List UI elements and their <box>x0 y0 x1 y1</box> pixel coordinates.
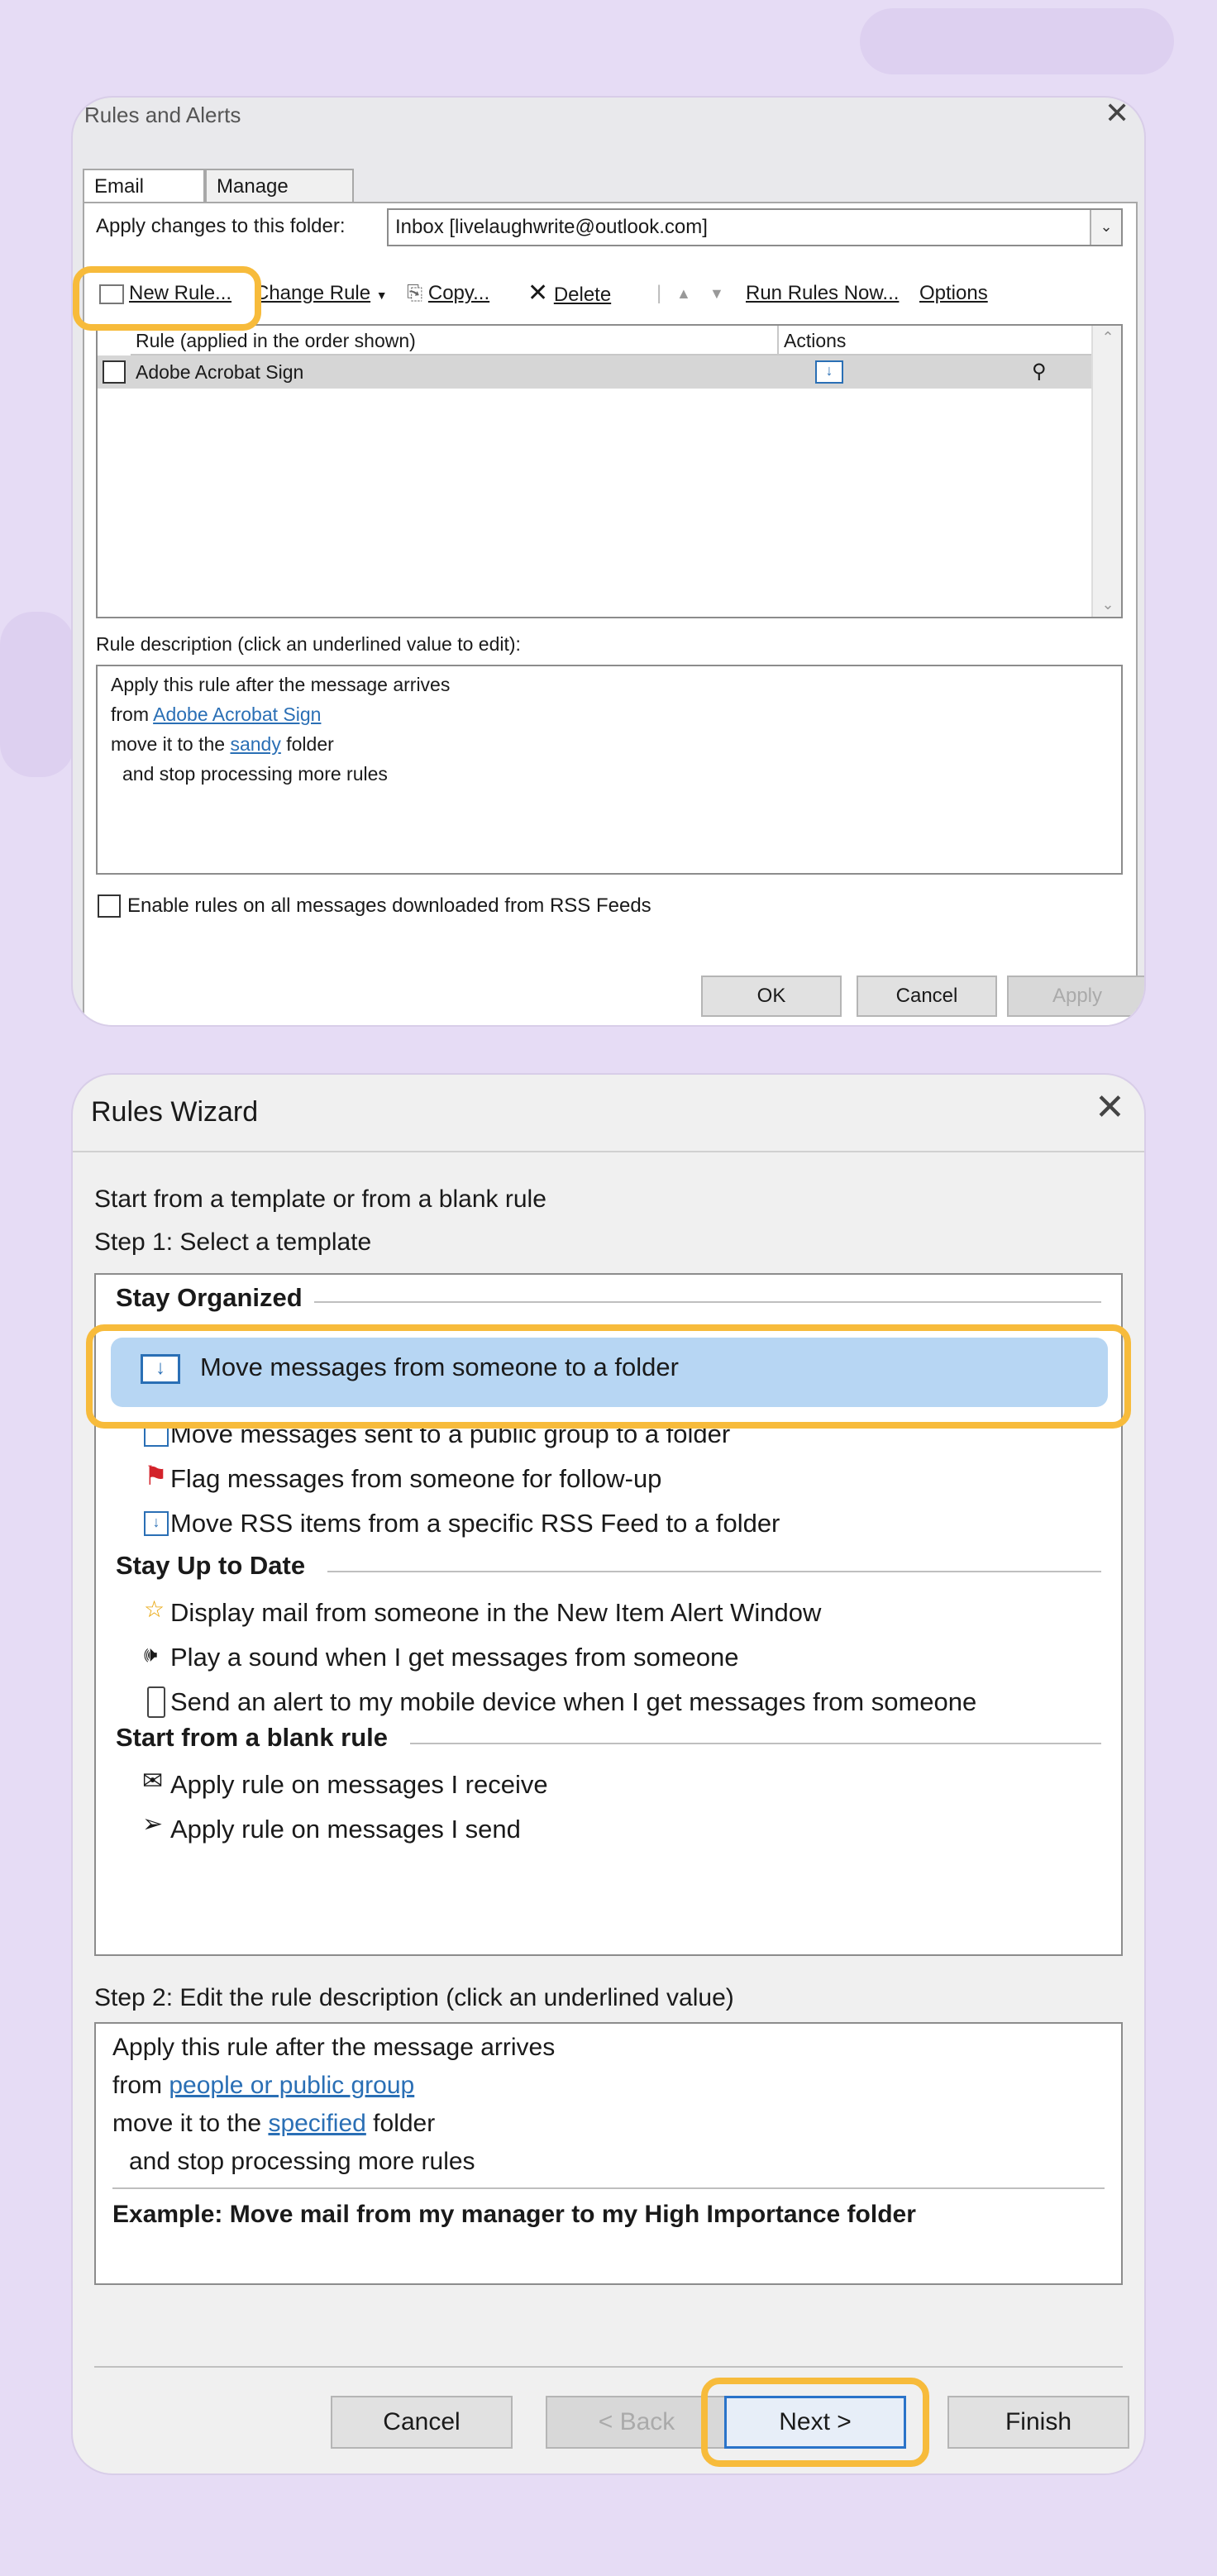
next-button-highlight <box>701 2378 929 2467</box>
scrollbar[interactable]: ⌃ ⌄ <box>1091 326 1121 617</box>
template-item[interactable]: Display mail from someone in the New Ite… <box>170 1594 821 1632</box>
apply-folder-label: Apply changes to this folder: <box>96 215 346 237</box>
back-button[interactable]: < Back <box>546 2396 728 2449</box>
rule-options-icon: ⚲ <box>1032 360 1047 383</box>
move-down-icon[interactable]: ▼ <box>709 279 724 308</box>
step1-label: Step 1: Select a template <box>94 1228 372 1256</box>
dialog-title: Rules Wizard <box>91 1096 259 1128</box>
envelope-icon: ✉ <box>142 1767 164 1795</box>
example-divider <box>112 2187 1105 2189</box>
send-icon: ➢ <box>142 1810 164 1838</box>
column-header-actions[interactable]: Actions <box>779 326 1093 355</box>
ok-button[interactable]: OK <box>701 976 842 1017</box>
move-folder-icon: ↓ <box>144 1511 169 1536</box>
background-shape <box>860 8 1174 74</box>
sender-link[interactable]: Adobe Acrobat Sign <box>153 704 321 725</box>
close-button[interactable]: ✕ <box>1095 1086 1125 1128</box>
footer-divider <box>94 2366 1123 2368</box>
copy-icon: ⎘ <box>407 282 423 304</box>
template-item[interactable]: Move RSS items from a specific RSS Feed … <box>170 1505 780 1543</box>
run-rules-now-button[interactable]: Run Rules Now... <box>746 279 899 308</box>
rule-name: Adobe Acrobat Sign <box>136 361 304 383</box>
group-blank-rule: Start from a blank rule <box>116 1723 389 1752</box>
group-divider <box>327 1571 1101 1572</box>
flag-icon: ⚑ <box>144 1461 168 1491</box>
copy-button[interactable]: ⎘ Copy... <box>407 279 489 308</box>
mobile-icon <box>147 1686 165 1718</box>
rule-enabled-checkbox[interactable] <box>103 360 126 384</box>
tab-email-rules[interactable]: Email Rules <box>83 169 205 231</box>
tab-manage-alerts[interactable]: Manage Alerts <box>205 169 354 231</box>
example-text: Example: Move mail from my manager to my… <box>112 2201 916 2228</box>
step2-label: Step 2: Edit the rule description (click… <box>94 1984 734 2011</box>
intro-text: Start from a template or from a blank ru… <box>94 1185 546 1213</box>
rule-description-box: Apply this rule after the message arrive… <box>94 2022 1123 2285</box>
description-line: move it to the sandy folder <box>111 733 334 755</box>
new-rule-highlight <box>73 266 261 331</box>
apply-button[interactable]: Apply <box>1007 976 1144 1017</box>
delete-icon: ✕ <box>527 279 549 307</box>
delete-button[interactable]: ✕ Delete <box>527 279 611 309</box>
folder-link[interactable]: specified <box>268 2110 365 2137</box>
dialog-title: Rules and Alerts <box>84 103 241 127</box>
caret-down-icon: ▼ <box>375 289 388 302</box>
description-line: move it to the specified folder <box>112 2110 436 2137</box>
rule-description-label: Rule description (click an underlined va… <box>96 633 521 655</box>
toolbar-divider: | <box>656 282 662 304</box>
selected-template-highlight <box>86 1324 1131 1429</box>
description-line: from Adobe Acrobat Sign <box>111 704 322 725</box>
description-line: Apply this rule after the message arrive… <box>112 2034 556 2061</box>
change-rule-button[interactable]: Change Rule ▼ <box>255 279 388 309</box>
description-line: and stop processing more rules <box>122 763 388 785</box>
group-divider <box>410 1743 1101 1744</box>
template-item[interactable]: Apply rule on messages I receive <box>170 1766 548 1804</box>
title-divider <box>73 1151 1144 1152</box>
folder-select[interactable]: Inbox [livelaughwrite@outlook.com] ⌄ <box>387 208 1123 246</box>
template-item[interactable]: Send an alert to my mobile device when I… <box>170 1683 976 1721</box>
cancel-button[interactable]: Cancel <box>331 2396 513 2449</box>
description-line: Apply this rule after the message arrive… <box>111 674 451 695</box>
folder-select-value: Inbox [livelaughwrite@outlook.com] <box>395 216 708 238</box>
options-button[interactable]: Options <box>919 279 988 308</box>
folder-link[interactable]: sandy <box>230 733 280 755</box>
move-up-icon[interactable]: ▲ <box>676 279 691 308</box>
background-shape <box>0 612 74 777</box>
move-folder-icon: ↓ <box>815 360 843 384</box>
template-item[interactable]: Flag messages from someone for follow-up <box>170 1460 661 1498</box>
rules-wizard-dialog: Rules Wizard ✕ Start from a template or … <box>73 1075 1144 2473</box>
description-line: and stop processing more rules <box>129 2148 475 2175</box>
chevron-down-icon: ⌄ <box>1090 210 1121 245</box>
rss-checkbox-label: Enable rules on all messages downloaded … <box>127 894 651 917</box>
template-item[interactable]: Apply rule on messages I send <box>170 1810 521 1849</box>
speaker-icon: 🕪 <box>144 1642 158 1667</box>
table-row[interactable]: Adobe Acrobat Sign ↓ ⚲ <box>98 355 1093 389</box>
star-mail-icon: ☆ <box>144 1596 165 1622</box>
group-stay-organized: Stay Organized <box>116 1283 303 1312</box>
description-line: from people or public group <box>112 2072 415 2099</box>
close-button[interactable]: ✕ <box>1105 98 1129 131</box>
finish-button[interactable]: Finish <box>947 2396 1129 2449</box>
cancel-button[interactable]: Cancel <box>857 976 997 1017</box>
people-link[interactable]: people or public group <box>169 2072 414 2099</box>
rules-list: Rule (applied in the order shown) Action… <box>96 324 1123 618</box>
group-stay-up-to-date: Stay Up to Date <box>116 1551 306 1580</box>
rules-and-alerts-dialog: Rules and Alerts ✕ Email Rules Manage Al… <box>73 98 1144 1025</box>
template-item[interactable]: Play a sound when I get messages from so… <box>170 1639 739 1677</box>
group-divider <box>314 1301 1101 1303</box>
rule-description-box: Apply this rule after the message arrive… <box>96 665 1123 875</box>
rss-checkbox[interactable] <box>98 894 121 918</box>
